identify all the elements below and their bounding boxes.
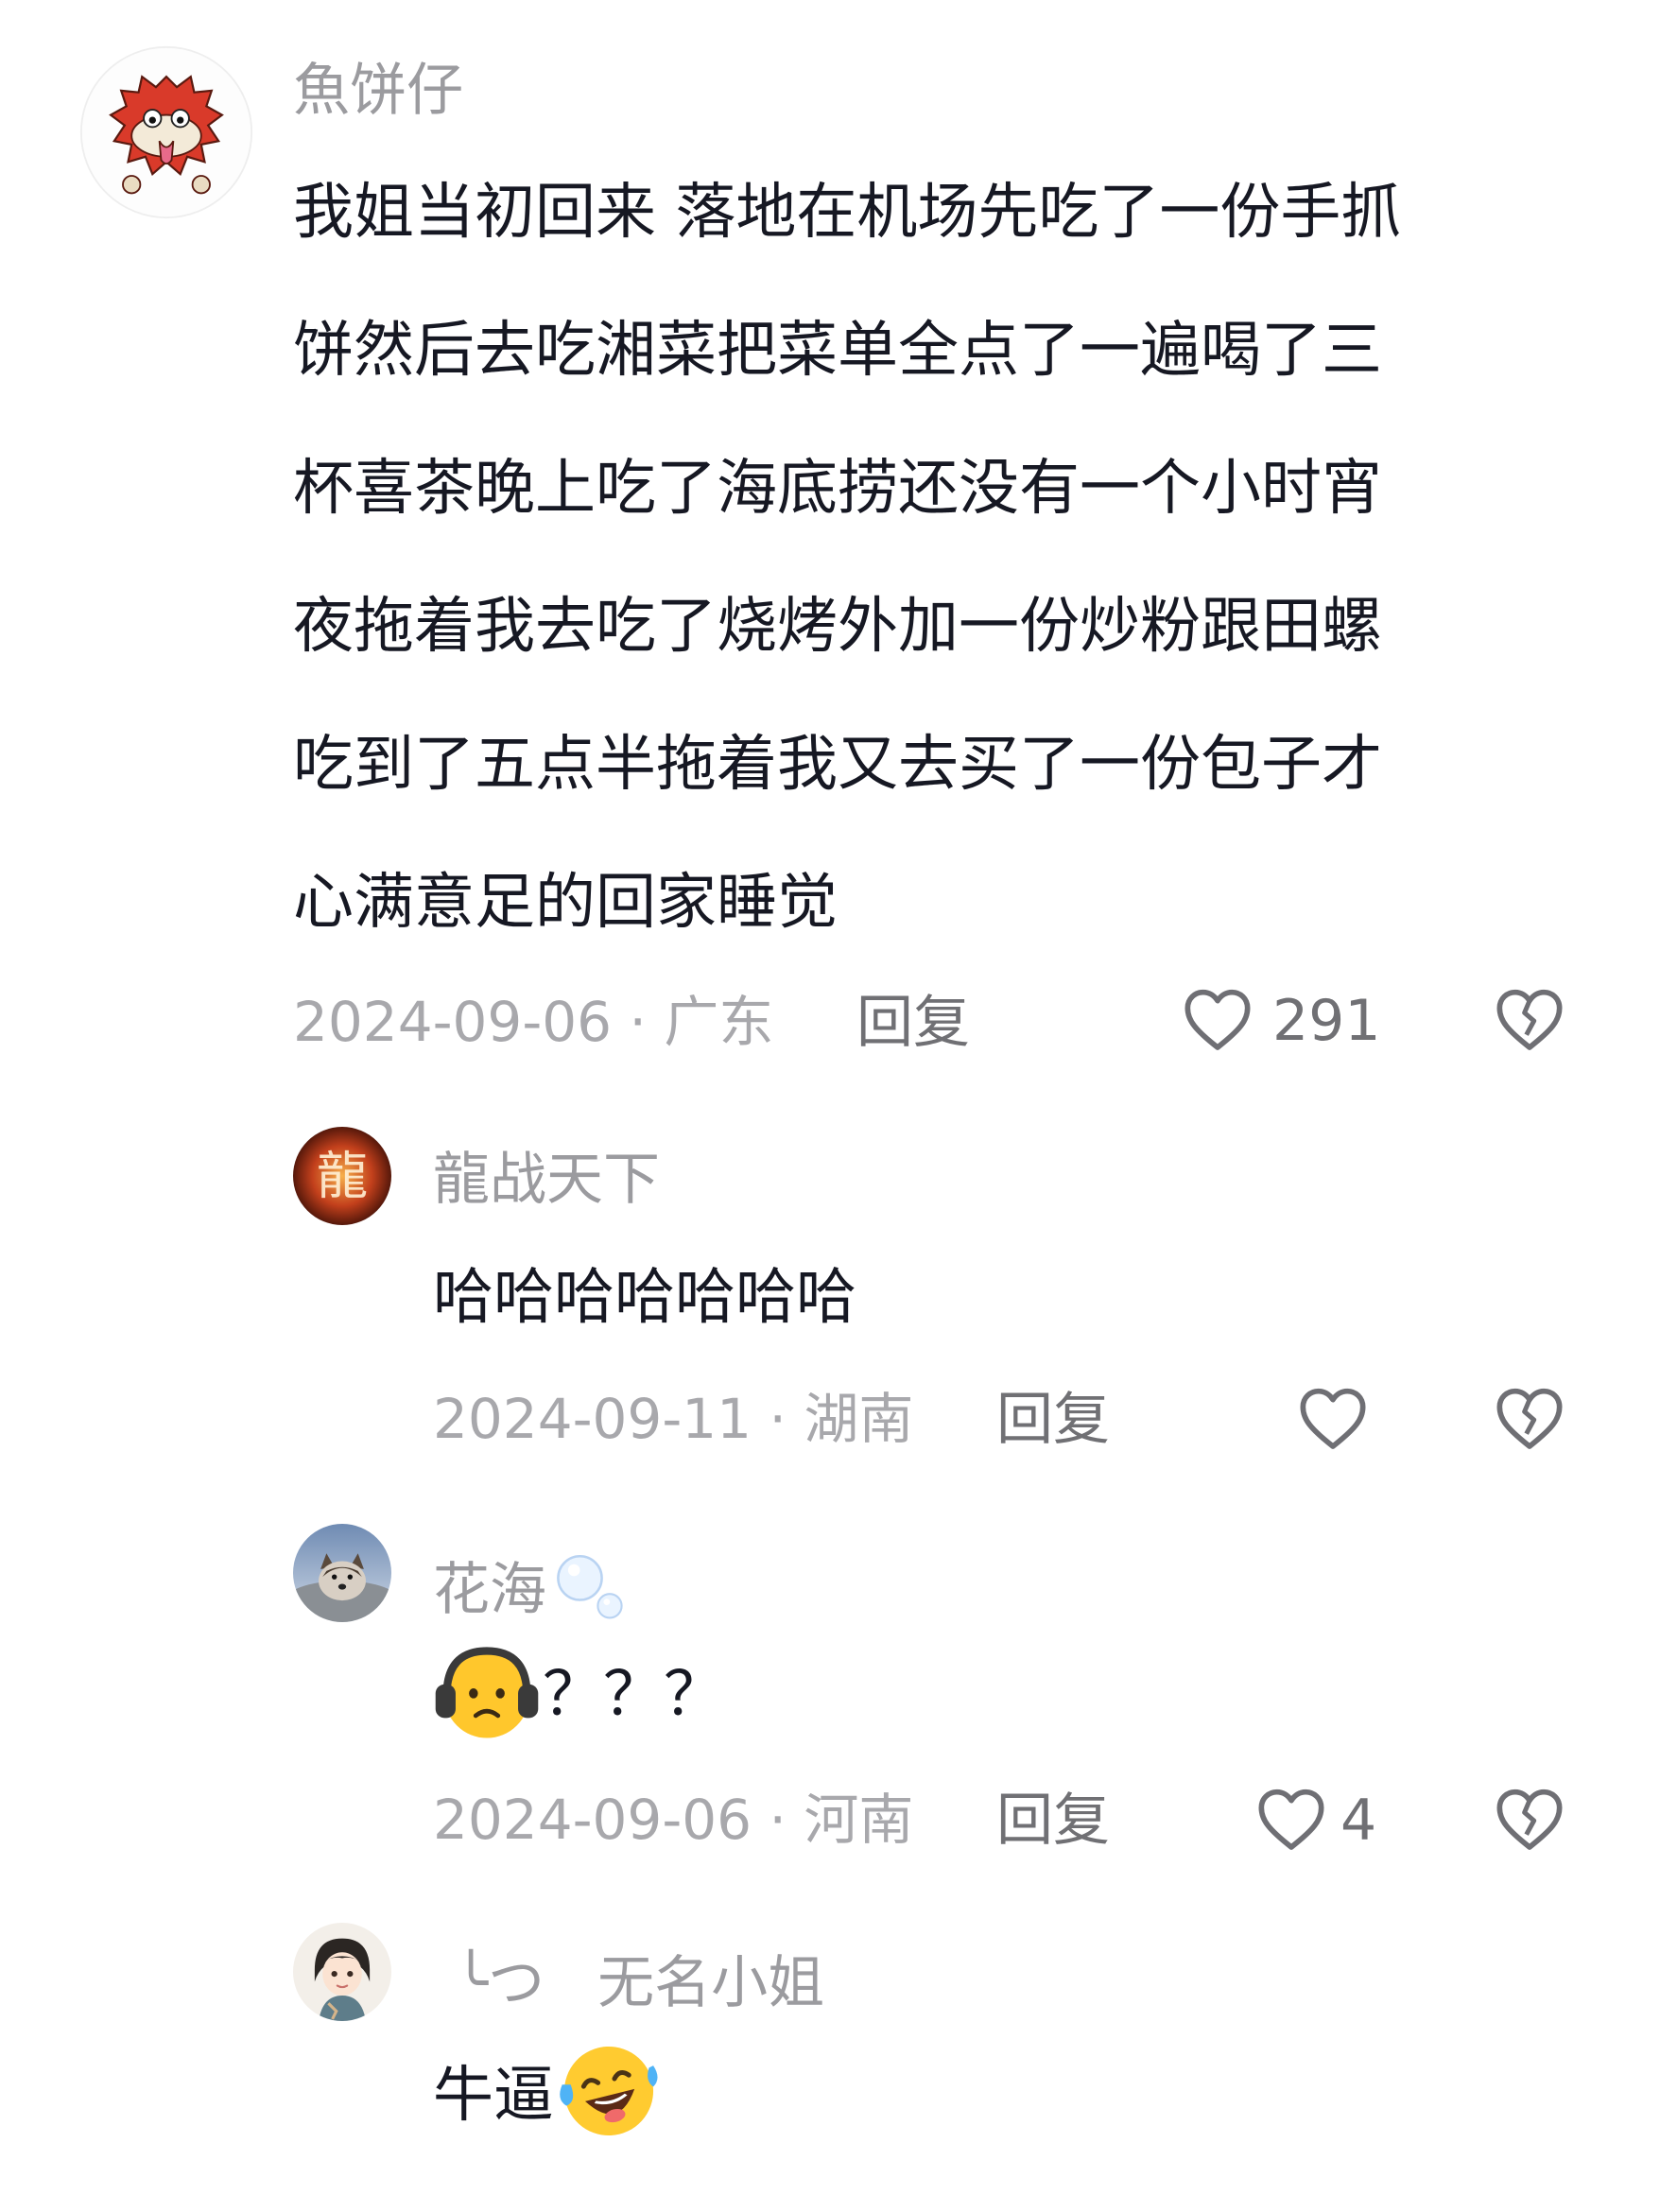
comment-username[interactable]: 魚饼仔: [293, 62, 463, 119]
comment-content: 我姐当初回来 落地在机场先吃了一份手抓 饼然后去吃湘菜把菜单全点了一遍喝了三 杯…: [293, 144, 1401, 972]
comment-content-line: 杯喜茶晚上吃了海底捞还没有一个小时宵: [293, 454, 1382, 524]
comment-content-text: 牛逼: [433, 2061, 554, 2131]
comment-location: 河南: [804, 1788, 914, 1852]
avatar[interactable]: [293, 1923, 391, 2021]
comment-location: 广东: [664, 990, 774, 1054]
reply-button[interactable]: 回复: [996, 1792, 1110, 1849]
comment-meta: 2024-09-11 · 湖南: [433, 1391, 913, 1446]
meta-separator: ·: [752, 1387, 804, 1451]
comment-username[interactable]: 龍战天下: [433, 1151, 660, 1208]
comment-date: 2024-09-06: [293, 990, 613, 1054]
avatar[interactable]: 龍: [293, 1127, 391, 1225]
like-icon[interactable]: [1178, 981, 1257, 1057]
comment-content-line: 饼然后去吃湘菜把菜单全点了一遍喝了三: [293, 316, 1382, 386]
comment-date: 2024-09-06: [433, 1788, 752, 1852]
like-count: 4: [1340, 1788, 1377, 1854]
comment-content: 哈哈哈哈哈哈哈: [433, 1263, 856, 1333]
comment-meta: 2024-09-06 · 河南: [433, 1792, 913, 1847]
comment-content-line: 吃到了五点半拖着我又去买了一份包子才: [293, 730, 1382, 800]
like-count: 291: [1272, 988, 1381, 1054]
comment-date: 2024-09-11: [433, 1387, 752, 1451]
like-icon[interactable]: [1293, 1380, 1373, 1456]
bubbles-icon: [550, 1550, 630, 1630]
avatar[interactable]: [79, 45, 253, 219]
comment-content-text: ？？？: [543, 1660, 724, 1730]
comment-username-text: 花海: [433, 1557, 546, 1623]
dislike-icon[interactable]: [1492, 1781, 1567, 1857]
comment-username[interactable]: 花海: [433, 1550, 630, 1630]
reply-button[interactable]: 回复: [856, 994, 970, 1051]
avatar[interactable]: [293, 1524, 391, 1622]
comment-meta: 2024-09-06 · 广东: [293, 994, 773, 1049]
laughing-crying-emoji: [556, 2038, 662, 2144]
comment-content: ？？？: [431, 1626, 724, 1764]
username-prefix: ╰つ: [454, 1950, 545, 2016]
comment-content-line: 我姐当初回来 落地在机场先吃了一份手抓: [293, 178, 1402, 248]
headphone-sad-face-emoji: [431, 1635, 543, 1747]
meta-separator: ·: [612, 990, 665, 1054]
comment-content-line: 心满意足的回家睡觉: [293, 868, 838, 938]
comment-content: 牛逼: [433, 2027, 662, 2165]
dislike-icon[interactable]: [1492, 1380, 1567, 1456]
comment-username[interactable]: ╰つ 无名小姐: [454, 1955, 824, 2012]
comment-content-line: 夜拖着我去吃了烧烤外加一份炒粉跟田螺: [293, 592, 1382, 662]
reply-button[interactable]: 回复: [996, 1391, 1110, 1448]
svg-text:龍: 龍: [317, 1147, 368, 1206]
dislike-icon[interactable]: [1492, 981, 1567, 1057]
comment-username-text: 无名小姐: [597, 1950, 825, 2016]
meta-separator: ·: [752, 1788, 804, 1852]
comment-location: 湖南: [804, 1387, 914, 1451]
like-icon[interactable]: [1252, 1781, 1331, 1857]
